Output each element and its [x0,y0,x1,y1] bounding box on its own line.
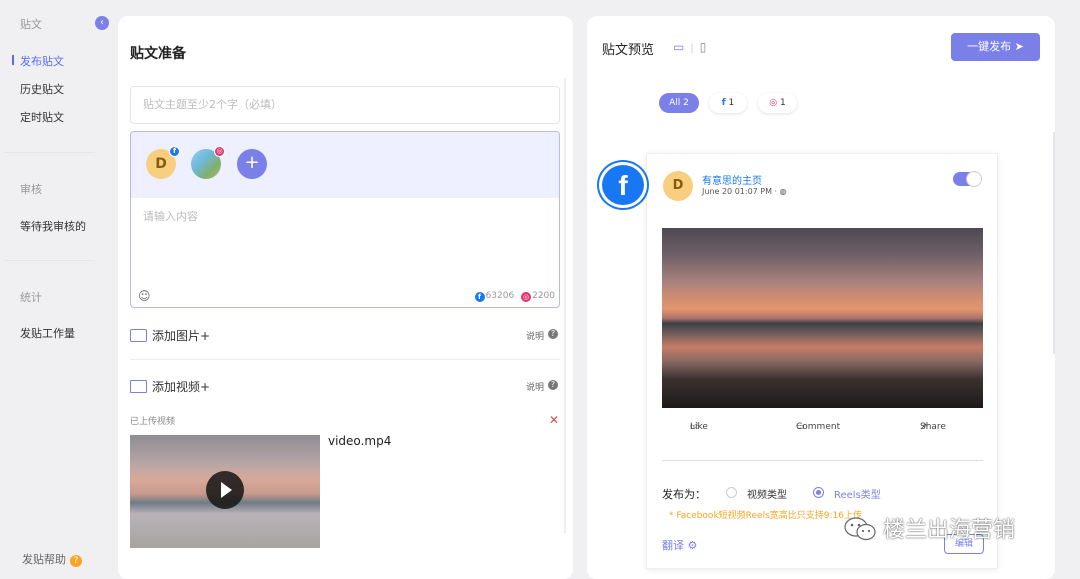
radio-reels-type-label[interactable]: Reels类型 [834,486,881,501]
preview-toggle[interactable] [953,171,982,187]
nav-item-workload[interactable]: 发贴工作量 [20,325,75,341]
nav-section-review: 审核 [20,183,42,196]
device-toggle: ▭ | ▯ [673,40,707,54]
aspect-ratio-warning: * Facebook短视频Reels宽高比只支持9:16上传 [669,511,862,521]
question-icon[interactable]: ? [548,380,558,390]
video-filename: video.mp4 [328,434,392,448]
publish-as-label: 发布为： [662,488,706,501]
explain-link[interactable]: 说明 [526,380,544,393]
facebook-icon: f [169,146,180,157]
help-icon: ? [70,555,82,567]
radio-reels-type[interactable] [813,487,824,498]
add-video-button[interactable]: 添加视频+ [152,378,210,395]
desktop-icon[interactable]: ▭ [673,40,684,54]
preview-title: 贴文预览 [602,43,655,58]
explain-link[interactable]: 说明 [526,329,544,342]
nav-section-posts: 贴文 [20,18,42,31]
page-avatar: D [663,171,693,201]
publish-button[interactable]: 一键发布 ➤ [951,33,1040,61]
translate-button[interactable]: 翻译 ⚙ [662,537,697,553]
nav-divider [5,152,95,153]
filter-facebook-count: 1 [728,98,735,108]
add-image-button[interactable]: 添加图片+ [152,327,210,344]
comment-label: Comment [796,422,841,432]
content-textarea[interactable]: 请输入内容 [143,208,198,224]
page-name: 有意思的主页 [702,176,762,187]
publish-button-label: 一键发布 [967,40,1012,53]
remove-video-icon[interactable]: ✕ [549,413,559,427]
filter-instagram-count: 1 [780,98,786,108]
nav-item-scheduled[interactable]: 定时贴文 [20,109,64,125]
add-video-row: 添加视频+ 说明 ? [130,375,560,399]
facebook-icon: f [721,98,726,108]
ig-char-count: 2200 [532,291,555,301]
video-thumbnail[interactable] [130,435,320,548]
post-time-text: June 20 01:07 PM · [702,187,780,196]
globe-icon: ◍ [779,187,787,196]
emoji-icon[interactable]: ☺ [138,289,151,303]
watermark: 楼兰出海营销 [843,512,1015,544]
fb-char-count: 63206 [485,291,515,301]
char-counts: f 63206 ◎ 2200 [471,291,555,302]
radio-video-type[interactable] [726,487,737,498]
post-time: June 20 01:07 PM · ◍ [702,187,787,196]
help-link[interactable]: 发贴帮助? [22,551,82,567]
chevron-left-icon[interactable]: ‹ [95,16,109,30]
preview-panel: 贴文预览 ▭ | ▯ 一键发布 ➤ All 2 f 1 ◎ 1 D 有意思的主页 J… [587,16,1055,579]
share-label: Share [920,422,946,432]
subject-input[interactable]: 贴文主题至少2个字（必填） [130,86,560,124]
editor-title: 贴文准备 [130,46,186,62]
facebook-post-preview: D 有意思的主页 June 20 01:07 PM · ◍ 👍︎ Like ▭ Co… [646,153,998,569]
filter-all[interactable]: All 2 [659,93,699,113]
watermark-text: 楼兰出海营销 [883,518,1016,543]
divider [662,460,983,461]
mobile-icon[interactable]: ▯ [700,40,707,54]
filter-instagram[interactable]: ◎ 1 [758,93,797,113]
gear-icon: ⚙ [687,539,698,552]
image-icon [130,329,147,342]
add-image-row: 添加图片+ 说明 ? [130,324,560,348]
send-icon: ➤ [1014,40,1024,53]
divider [130,359,560,360]
nav-item-publish[interactable]: 发布贴文 [12,53,64,69]
instagram-icon: ◎ [769,98,778,108]
nav-item-pending-review[interactable]: 等待我审核的 [20,218,86,234]
video-icon [130,380,147,393]
content-composer: D f ◎ + 请输入内容 ☺ f 63206 ◎ 2200 [130,131,560,308]
editor-panel: 贴文准备 贴文主题至少2个字（必填） D f ◎ + 请输入内容 ☺ f 6320… [118,16,573,579]
post-video-frame [662,228,983,408]
help-label: 发贴帮助 [22,553,66,566]
wechat-icon [844,517,876,541]
translate-label: 翻译 [662,539,684,552]
instagram-icon: ◎ [521,292,532,302]
filter-facebook[interactable]: f 1 [709,93,747,113]
facebook-icon: f [474,292,485,302]
facebook-icon: f [599,162,647,208]
radio-video-type-label[interactable]: 视频类型 [747,486,787,501]
add-account-button[interactable]: + [237,149,267,179]
scrollbar[interactable] [564,78,566,533]
nav-divider [5,260,95,261]
scrollbar[interactable] [1053,132,1055,354]
question-icon[interactable]: ? [548,329,558,339]
account-bar: D f ◎ + [131,132,559,198]
instagram-icon: ◎ [214,146,225,157]
like-label: Like [690,422,708,432]
uploaded-video-label: 已上传视频 [130,417,176,427]
nav-item-history[interactable]: 历史贴文 [20,81,64,97]
left-nav: 贴文 ‹ 发布贴文 历史贴文 定时贴文 审核 等待我审核的 统计 发贴工作量 发… [0,0,112,579]
nav-section-stats: 统计 [20,291,42,304]
play-icon[interactable] [206,471,244,509]
